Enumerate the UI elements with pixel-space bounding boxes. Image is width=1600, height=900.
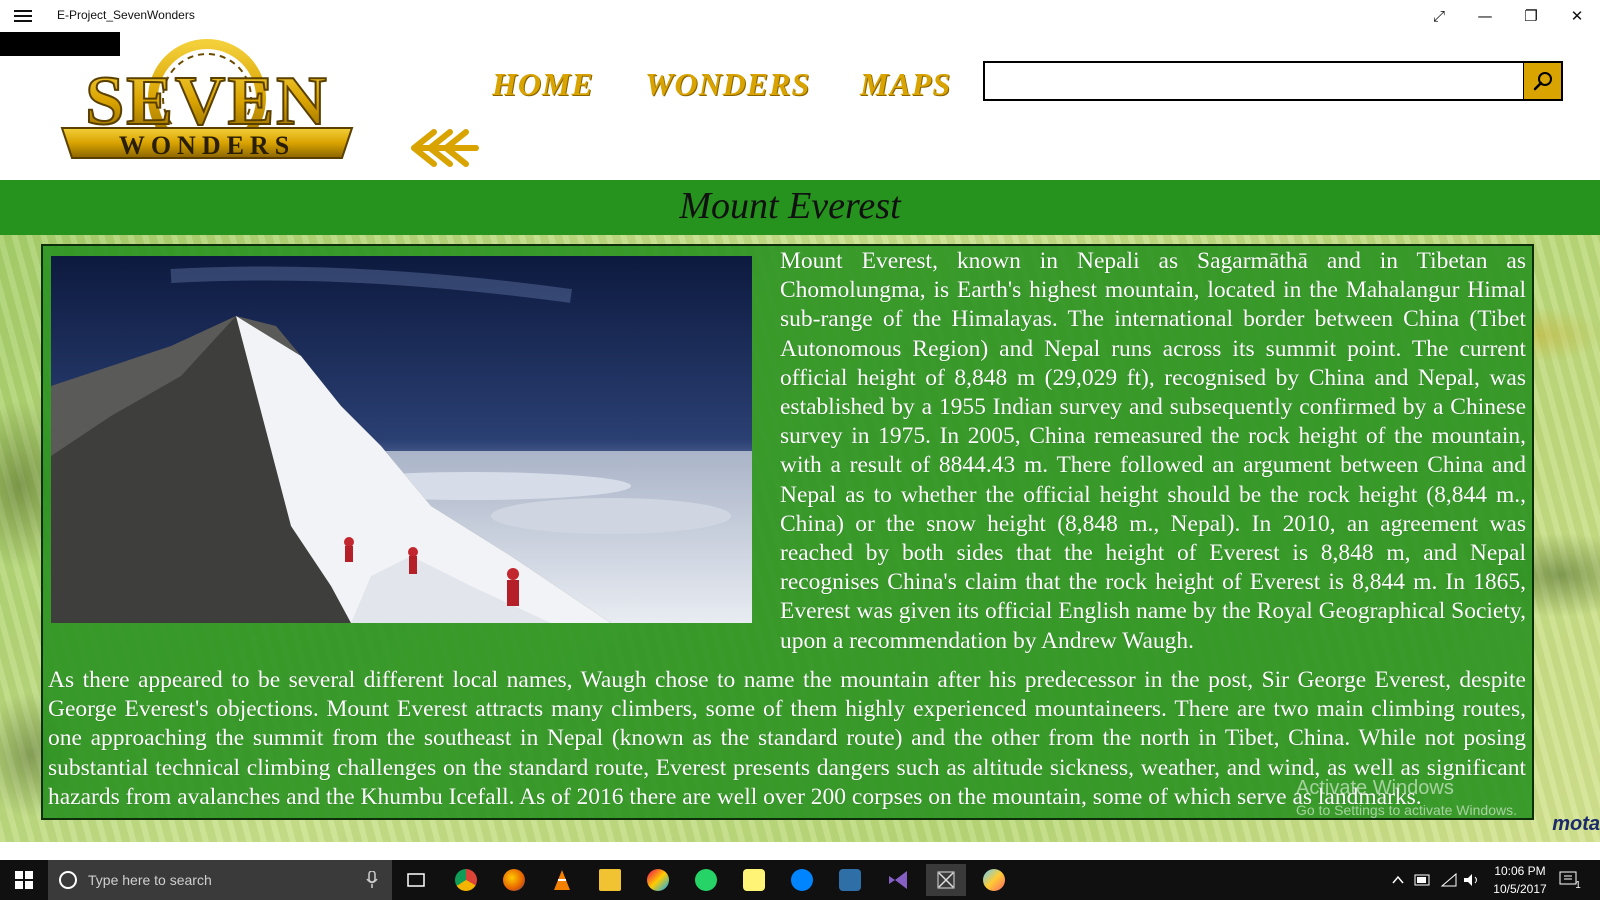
paint-palette-icon[interactable]: [974, 864, 1014, 896]
activate-windows-watermark: Activate Windows: [1296, 777, 1454, 799]
windows-logo-icon: [15, 871, 33, 889]
search-input[interactable]: [985, 63, 1525, 99]
cortana-icon: [59, 871, 77, 889]
task-view-icon[interactable]: [396, 864, 436, 896]
file-explorer-icon[interactable]: [590, 864, 630, 896]
search-box: [983, 61, 1563, 101]
chrome-icon[interactable]: [446, 864, 486, 896]
seven-wonders-logo[interactable]: SEVEN WONDERS: [52, 38, 362, 164]
notification-count: 1: [1575, 880, 1581, 891]
battery-icon[interactable]: [1414, 873, 1432, 887]
microphone-icon[interactable]: [366, 871, 378, 889]
minimize-button[interactable]: —: [1462, 0, 1508, 32]
whatsapp-icon[interactable]: [686, 864, 726, 896]
everest-photo: [51, 256, 752, 623]
task-app-icon[interactable]: [830, 864, 870, 896]
paint-icon[interactable]: [638, 864, 678, 896]
sticky-notes-icon[interactable]: [734, 864, 774, 896]
hamburger-menu-icon[interactable]: [14, 7, 32, 25]
taskbar-search[interactable]: Type here to search: [48, 860, 392, 900]
firefox-icon[interactable]: [494, 864, 534, 896]
app-title: E-Project_SevenWonders: [57, 8, 195, 22]
fullscreen-icon[interactable]: ⤢: [1416, 0, 1462, 32]
logo-top-text: SEVEN: [85, 63, 328, 140]
description-paragraph-top: Mount Everest, known in Nepali as Sagarm…: [780, 248, 1526, 654]
nav-wonders[interactable]: WONDERS: [645, 66, 810, 103]
maximize-button[interactable]: ❐: [1508, 0, 1554, 32]
activate-windows-subtext: Go to Settings to activate Windows.: [1296, 802, 1517, 818]
taskbar-search-placeholder: Type here to search: [88, 872, 212, 888]
chevron-up-icon[interactable]: [1392, 874, 1404, 886]
visual-studio-icon[interactable]: [878, 864, 918, 896]
corner-logo: mota: [1552, 813, 1600, 835]
volume-icon[interactable]: [1462, 872, 1480, 888]
nav-maps[interactable]: MAPS: [860, 66, 951, 103]
wifi-icon[interactable]: [1440, 872, 1458, 888]
taskbar: Type here to search 10:06 PM 10/5/2017 1: [0, 860, 1600, 900]
search-button[interactable]: [1523, 63, 1561, 99]
clock-date[interactable]: 10/5/2017: [1486, 882, 1554, 896]
page-title: Mount Everest: [679, 185, 901, 227]
search-icon: [1533, 72, 1552, 91]
close-button[interactable]: ✕: [1554, 0, 1600, 32]
clock-time[interactable]: 10:06 PM: [1486, 864, 1554, 878]
logo-bottom-text: WONDERS: [119, 131, 295, 160]
title-bar: E-Project_SevenWonders ⤢ — ❐ ✕: [0, 0, 1600, 32]
seven-wonders-app-icon[interactable]: [926, 864, 966, 896]
vlc-icon[interactable]: [542, 864, 582, 896]
back-arrow-icon[interactable]: [406, 126, 482, 170]
messenger-icon[interactable]: [782, 864, 822, 896]
start-button[interactable]: [0, 860, 48, 900]
nav-home[interactable]: HOME: [492, 66, 594, 103]
